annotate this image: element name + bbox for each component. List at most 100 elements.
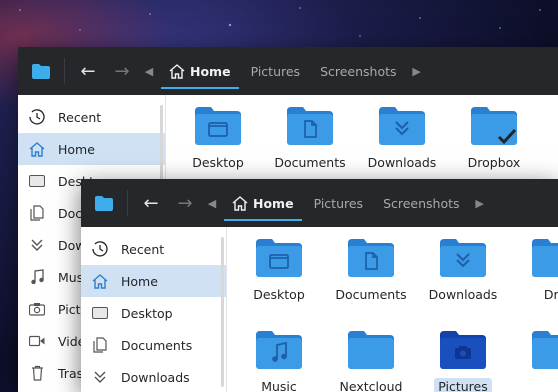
toolbar-divider [64,58,65,84]
sidebar-item-label: Desktop [121,305,173,321]
downloads-folder-icon [379,107,425,145]
downloads-folder-icon [440,239,486,277]
sidebar-item-recent[interactable]: Recent [81,233,226,265]
file-item-label: Documents [274,155,346,170]
sidebar-item-recent[interactable]: Recent [18,101,165,133]
file-item-label: Desktop [192,155,244,170]
sidebar-item-label: Downloads [121,369,190,385]
breadcrumb-screenshots[interactable]: Screenshots [310,47,406,95]
back-button[interactable]: ← [71,54,105,88]
file-manager-window-front[interactable]: ← → ◀ Home Pictures Screenshots ▶ Recent… [81,179,558,392]
caret-right-icon: ▶ [475,196,484,210]
video-icon [28,332,46,350]
arrow-left-icon: ← [143,192,159,214]
sidebar-item-home[interactable]: Home [18,133,165,165]
music-folder-icon [256,331,302,369]
desktop-icon [28,172,46,190]
breadcrumb-home[interactable]: Home [222,179,304,227]
sidebar-item-home[interactable]: Home [81,265,226,297]
file-item-label: Downloads [428,287,498,302]
caret-right-icon: ▶ [412,64,421,78]
documents-folder-icon [287,107,333,145]
music-icon [28,268,46,286]
sidebar-item-label: Recent [58,109,102,125]
caret-left-icon: ◀ [207,196,217,210]
file-view: Desktop Documents Downloads Dro Music [228,227,558,392]
folder-icon [532,239,558,277]
file-item-dropbox[interactable]: Dropbox [449,107,539,171]
breadcrumb-label: Home [253,195,294,211]
breadcrumb-scroll-left[interactable]: ◀ [139,54,159,88]
clock-icon [28,108,46,126]
sidebar-scrollbar[interactable] [221,237,224,387]
app-menu-button[interactable] [81,179,127,227]
file-item-label: Pictures [434,378,492,392]
desktop-folder-icon [256,239,302,277]
file-item-music[interactable]: Music [234,331,324,392]
breadcrumb-label: Screenshots [383,195,460,211]
file-item-nextcloud[interactable]: Nextcloud [326,331,416,392]
sidebar-item-desktop[interactable]: Desktop [81,297,226,329]
file-item-pictures[interactable]: Pictures [418,331,508,392]
breadcrumb-label: Pictures [250,63,301,79]
folder-app-icon [32,63,50,79]
file-item-downloads[interactable]: Downloads [418,239,508,303]
desktop-folder-icon [195,107,241,145]
clock-icon [91,240,109,258]
folder-icon [532,331,558,369]
home-icon [28,140,46,158]
file-item-documents[interactable]: Documents [265,107,355,171]
file-item-desktop[interactable]: Desktop [234,239,324,303]
file-item-label: Nextcloud [339,379,403,392]
breadcrumb-screenshots[interactable]: Screenshots [373,179,469,227]
places-sidebar: Recent Home Desktop Documents Downloads [81,227,227,392]
breadcrumb-label: Screenshots [320,63,397,79]
file-item-label: Music [261,379,297,392]
back-button[interactable]: ← [134,186,168,220]
breadcrumb-home[interactable]: Home [159,47,241,95]
breadcrumb-pictures[interactable]: Pictures [304,179,374,227]
file-item-desktop[interactable]: Desktop [173,107,263,171]
downloads-icon [28,236,46,254]
breadcrumb-scroll-left[interactable]: ◀ [202,186,222,220]
toolbar: ← → ◀ Home Pictures Screenshots ▶ [81,179,558,227]
file-item-partial[interactable] [510,331,558,388]
documents-icon [91,336,109,354]
toolbar-divider [127,190,128,216]
dropbox-folder-icon [471,107,517,145]
sidebar-item-documents[interactable]: Documents [81,329,226,361]
toolbar: ← → ◀ Home Pictures Screenshots ▶ [18,47,558,95]
trash-icon [28,364,46,382]
app-menu-button[interactable] [18,47,64,95]
sidebar-item-label: Home [121,273,158,289]
file-item-label [551,382,558,384]
file-item-dropbox-partial[interactable]: Dro [510,239,558,303]
folder-app-icon [95,195,113,211]
sidebar-item-label: Home [58,141,95,157]
breadcrumb-label: Home [190,63,231,79]
breadcrumb-scroll-right[interactable]: ▶ [470,186,490,220]
sidebar-item-label: Documents [121,337,193,353]
nextcloud-folder-icon [348,331,394,369]
file-item-label: Desktop [253,287,305,302]
sidebar-item-downloads[interactable]: Downloads [81,361,226,392]
file-item-label: Downloads [367,155,437,170]
arrow-right-icon: → [114,60,130,82]
file-item-documents[interactable]: Documents [326,239,416,303]
breadcrumb-scroll-right[interactable]: ▶ [407,54,427,88]
home-icon [91,272,109,290]
breadcrumb-pictures[interactable]: Pictures [241,47,311,95]
camera-icon [28,300,46,318]
home-icon [232,195,248,211]
breadcrumb-label: Pictures [313,195,364,211]
sidebar-item-label: Recent [121,241,165,257]
desktop-icon [91,304,109,322]
documents-icon [28,204,46,222]
pictures-folder-icon [440,331,486,369]
file-item-label: Documents [335,287,407,302]
forward-button[interactable]: → [168,186,202,220]
file-item-downloads[interactable]: Downloads [357,107,447,171]
forward-button[interactable]: → [105,54,139,88]
file-item-label: Dro [543,287,558,302]
downloads-icon [91,368,109,386]
